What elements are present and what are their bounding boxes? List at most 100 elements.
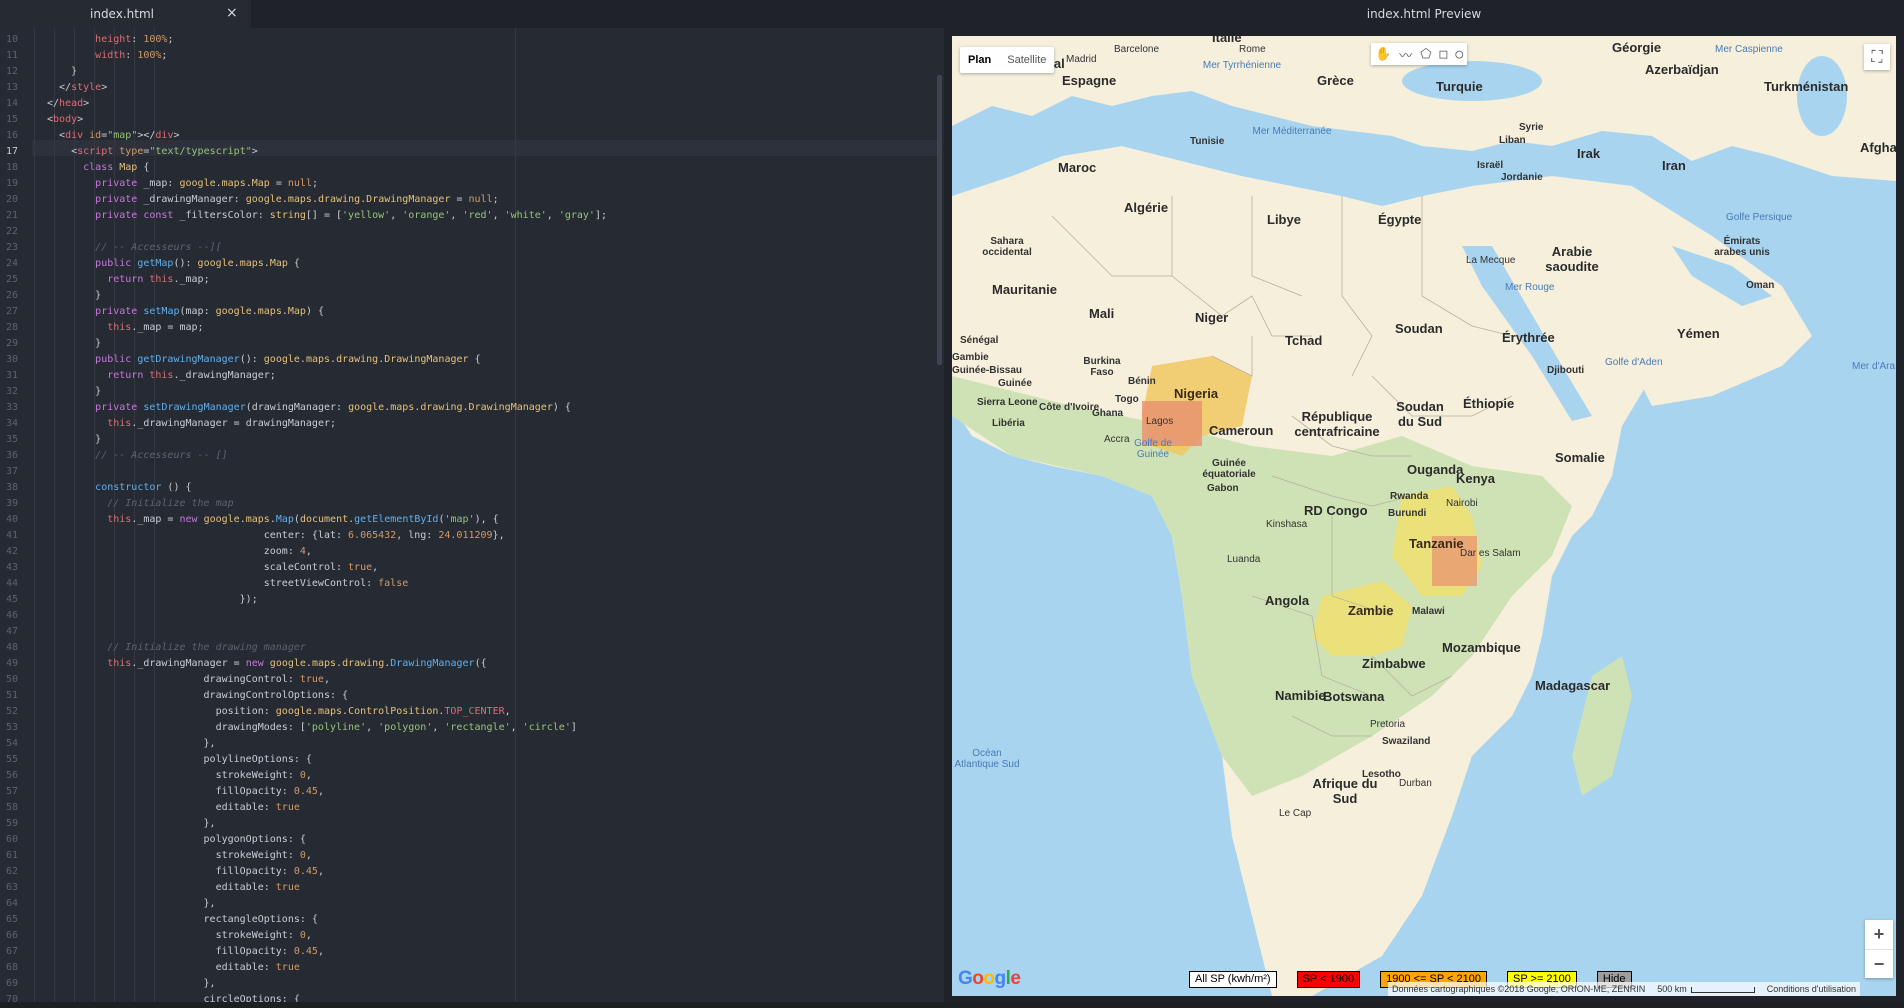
label-maroc: Maroc xyxy=(1058,160,1097,175)
label-djibouti: Djibouti xyxy=(1547,365,1585,376)
code-line[interactable]: // Initialize the drawing manager xyxy=(47,640,306,656)
line-number: 53 xyxy=(5,722,18,733)
label-barcelone: Barcelone xyxy=(1114,44,1160,55)
label-luanda: Luanda xyxy=(1227,554,1261,565)
code-line[interactable]: rectangleOptions: { xyxy=(47,912,318,928)
code-line[interactable]: } xyxy=(47,336,101,352)
tab-index-html[interactable]: index.html × xyxy=(0,0,251,28)
zoom-in-button[interactable]: + xyxy=(1865,920,1893,950)
code-line[interactable]: public getDrawingManager(): google.maps.… xyxy=(47,352,480,368)
code-line[interactable]: } xyxy=(47,288,101,304)
polygon-icon[interactable]: ⬠ xyxy=(1420,47,1431,62)
terms-link[interactable]: Conditions d'utilisation xyxy=(1767,982,1856,996)
code-line[interactable]: private _map: google.maps.Map = null; xyxy=(47,176,318,192)
map-type-satellite[interactable]: Satellite xyxy=(999,47,1054,73)
code-line[interactable]: // -- Accesseurs -- [] xyxy=(47,448,227,464)
code-line[interactable]: private setDrawingManager(drawingManager… xyxy=(47,400,571,416)
close-icon[interactable]: × xyxy=(226,5,238,21)
code-line[interactable]: position: google.maps.ControlPosition.TO… xyxy=(47,704,511,720)
editor-scrollbar[interactable] xyxy=(937,75,942,365)
line-number: 31 xyxy=(5,370,18,381)
code-line[interactable]: drawingControl: true, xyxy=(47,672,330,688)
label-guinee: Guinée xyxy=(998,378,1032,389)
code-line[interactable]: // -- Accesseurs --][ xyxy=(47,240,221,256)
code-line[interactable]: } xyxy=(47,384,101,400)
code-line[interactable]: </style> xyxy=(47,80,107,96)
code-line[interactable]: this._drawingManager = new google.maps.d… xyxy=(47,656,486,672)
code-line[interactable]: private setMap(map: google.maps.Map) { xyxy=(47,304,324,320)
line-number: 21 xyxy=(5,210,18,221)
code-line[interactable]: this._map = map; xyxy=(47,320,203,336)
code-line[interactable]: return this._map; xyxy=(47,272,209,288)
label-grece: Grèce xyxy=(1317,73,1354,88)
label-angola: Angola xyxy=(1265,593,1310,608)
label-burkina-faso: Burkina Faso xyxy=(1083,356,1121,378)
code-line[interactable]: strokeWeight: 0, xyxy=(47,928,312,944)
code-line[interactable]: editable: true xyxy=(47,960,300,976)
code-line[interactable]: zoom: 4, xyxy=(47,544,312,560)
code-line[interactable]: }, xyxy=(47,896,216,912)
code-line[interactable]: height: 100%; xyxy=(47,32,173,48)
code-line[interactable]: constructor () { xyxy=(47,480,191,496)
code-line[interactable]: <div id="map"></div> xyxy=(47,128,179,144)
code-line[interactable]: private const _filtersColor: string[] = … xyxy=(47,208,607,224)
code-line[interactable]: polylineOptions: { xyxy=(47,752,312,768)
line-number: 54 xyxy=(5,738,18,749)
code-line[interactable]: editable: true xyxy=(47,800,300,816)
code-line[interactable]: strokeWeight: 0, xyxy=(47,848,312,864)
code-line[interactable]: strokeWeight: 0, xyxy=(47,768,312,784)
code-line[interactable]: scaleControl: true, xyxy=(47,560,378,576)
code-area[interactable]: height: 100%; width: 100%; } </style> </h… xyxy=(0,28,930,1002)
code-line[interactable]: }, xyxy=(47,736,216,752)
line-number: 46 xyxy=(5,610,18,621)
code-line[interactable]: editable: true xyxy=(47,880,300,896)
polyline-icon[interactable]: 〰 xyxy=(1399,45,1412,64)
code-editor[interactable]: index.html × height: 100%; width: 100%; … xyxy=(0,0,944,1005)
code-line[interactable]: // Initialize the map xyxy=(47,496,233,512)
code-line[interactable]: }, xyxy=(47,976,216,992)
code-line[interactable]: return this._drawingManager; xyxy=(47,368,276,384)
zoom-out-button[interactable]: − xyxy=(1865,950,1893,979)
code-line[interactable]: } xyxy=(47,432,101,448)
code-line[interactable]: }); xyxy=(47,592,258,608)
code-line[interactable]: } xyxy=(47,64,77,80)
code-line[interactable]: drawingControlOptions: { xyxy=(47,688,349,704)
code-line[interactable]: fillOpacity: 0.45, xyxy=(47,864,324,880)
circle-icon[interactable]: ○ xyxy=(1455,47,1463,62)
code-line[interactable]: streetViewControl: false xyxy=(47,576,409,592)
label-azerbaidjan: Azerbaïdjan xyxy=(1645,62,1719,77)
line-number: 22 xyxy=(5,226,18,237)
map[interactable]: Italie Portugal Espagne Grèce Turquie Gé… xyxy=(952,36,1896,996)
label-nairobi: Nairobi xyxy=(1446,498,1478,509)
code-line[interactable]: fillOpacity: 0.45, xyxy=(47,784,324,800)
code-line[interactable]: polygonOptions: { xyxy=(47,832,306,848)
code-line[interactable]: <body> xyxy=(47,112,83,128)
code-line[interactable]: public getMap(): google.maps.Map { xyxy=(47,256,300,272)
code-line[interactable]: class Map { xyxy=(47,160,149,176)
line-number: 43 xyxy=(5,562,18,573)
code-line[interactable]: }, xyxy=(47,816,216,832)
label-ethiopie: Éthiopie xyxy=(1463,396,1515,411)
code-line[interactable]: width: 100%; xyxy=(47,48,167,64)
code-line[interactable]: circleOptions: { xyxy=(47,992,300,1002)
code-line[interactable]: drawingModes: ['polyline', 'polygon', 'r… xyxy=(47,720,577,736)
code-line[interactable]: <script type="text/typescript"> xyxy=(47,144,258,160)
label-jordanie: Jordanie xyxy=(1501,172,1543,183)
code-line[interactable]: this._map = new google.maps.Map(document… xyxy=(47,512,498,528)
legend-all-sp[interactable]: All SP (kwh/m²) xyxy=(1189,971,1277,988)
code-line[interactable]: center: {lat: 6.065432, lng: 24.011209}, xyxy=(47,528,505,544)
label-burundi: Burundi xyxy=(1388,508,1427,519)
hand-icon[interactable]: ✋ xyxy=(1375,47,1391,62)
code-line[interactable]: private _drawingManager: google.maps.dra… xyxy=(47,192,498,208)
legend-sp-lt-1900[interactable]: SP < 1900 xyxy=(1296,971,1361,988)
scale-bar xyxy=(1690,986,1755,993)
code-line[interactable]: fillOpacity: 0.45, xyxy=(47,944,324,960)
label-togo: Togo xyxy=(1115,394,1139,405)
rectangle-icon[interactable]: □ xyxy=(1440,47,1448,62)
map-type-plan[interactable]: Plan xyxy=(960,47,999,73)
code-line[interactable]: </head> xyxy=(47,96,89,112)
fullscreen-icon[interactable]: ⛶ xyxy=(1864,44,1890,70)
line-number: 65 xyxy=(5,914,18,925)
code-line[interactable]: this._drawingManager = drawingManager; xyxy=(47,416,336,432)
line-number: 47 xyxy=(5,626,18,637)
